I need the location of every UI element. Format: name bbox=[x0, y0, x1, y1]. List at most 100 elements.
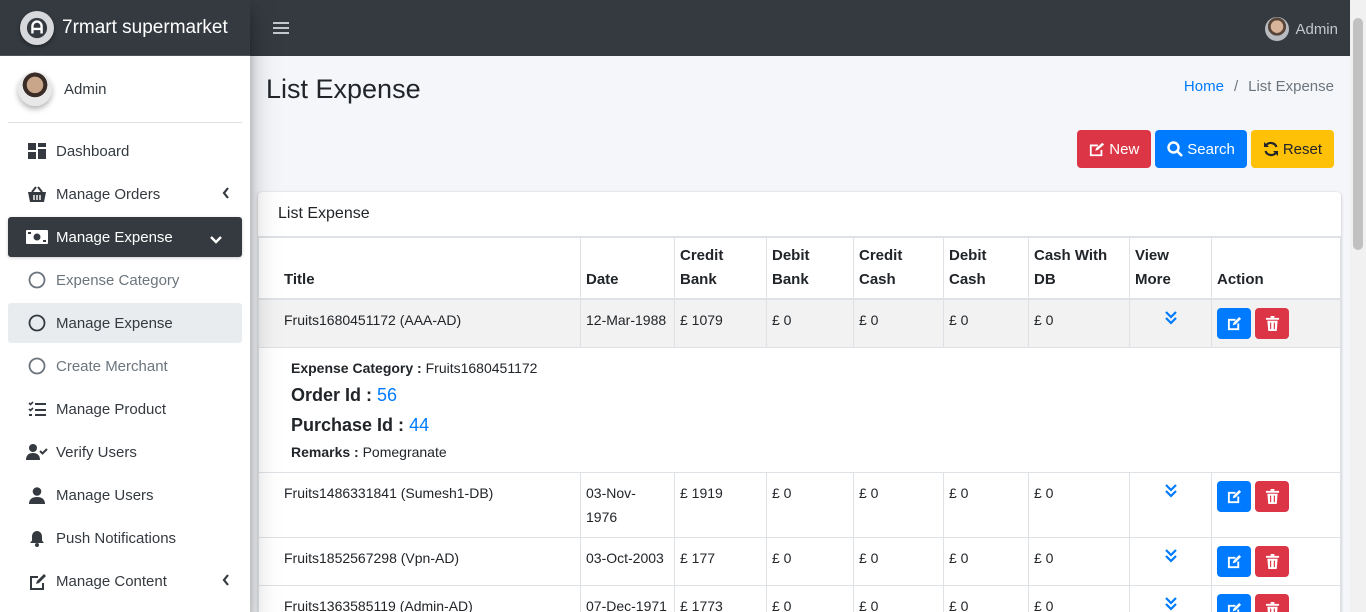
sidebar-item-expense-category[interactable]: Expense Category bbox=[8, 260, 242, 300]
expense-detail-row: Expense Category : Fruits1680451172 Orde… bbox=[258, 347, 1341, 473]
trash-icon bbox=[1265, 489, 1279, 504]
cell-credit-cash: £ 0 bbox=[853, 585, 944, 612]
sidebar-item-label: Manage Product bbox=[56, 400, 167, 418]
edit-button[interactable] bbox=[1217, 594, 1251, 612]
cell-credit-cash: £ 0 bbox=[853, 298, 944, 348]
sidebar-item-verify-users[interactable]: Verify Users bbox=[8, 432, 242, 472]
sidebar-item-manage-orders[interactable]: Manage Orders bbox=[8, 174, 242, 214]
edit-button[interactable] bbox=[1217, 481, 1251, 512]
cell-title: Fruits1680451172 (AAA-AD) bbox=[258, 298, 581, 348]
cell-credit-bank: £ 177 bbox=[674, 537, 767, 586]
search-icon bbox=[1167, 141, 1184, 157]
edit-icon bbox=[1227, 316, 1241, 331]
column-header-view-more[interactable]: View More bbox=[1129, 237, 1212, 300]
edit-button[interactable] bbox=[1217, 308, 1251, 339]
avatar bbox=[18, 72, 52, 106]
detail-purchase-label: Purchase Id : bbox=[291, 415, 405, 435]
detail-remarks-label: Remarks : bbox=[291, 444, 359, 460]
breadcrumb: Home / List Expense bbox=[1184, 78, 1334, 95]
sidebar-item-manage-product[interactable]: Manage Product bbox=[8, 389, 242, 429]
sidebar-item-manage-expense-sub[interactable]: Manage Expense bbox=[8, 303, 242, 343]
page-scrollbar[interactable] bbox=[1350, 0, 1366, 612]
basket-icon bbox=[26, 183, 48, 205]
cell-date: 07-Dec-1971 bbox=[580, 585, 675, 612]
brand-name: 7rmart supermarket bbox=[62, 16, 228, 38]
column-header-date[interactable]: Date bbox=[580, 237, 675, 300]
double-chevron-down-icon[interactable] bbox=[1135, 481, 1206, 505]
avatar bbox=[1265, 17, 1290, 41]
edit-button[interactable] bbox=[1217, 546, 1251, 577]
sidebar-item-manage-expense[interactable]: Manage Expense bbox=[8, 217, 242, 257]
sidebar-item-label: Manage Content bbox=[56, 572, 167, 590]
brand-link[interactable]: 7rmart supermarket bbox=[0, 0, 250, 56]
sidebar-item-push-notifications[interactable]: Push Notifications bbox=[8, 518, 242, 558]
sidebar-item-label: Push Notifications bbox=[56, 529, 177, 547]
circle-icon bbox=[26, 312, 48, 334]
column-header-title[interactable]: Title bbox=[258, 237, 581, 300]
sidebar-item-manage-content[interactable]: Manage Content bbox=[8, 561, 242, 601]
cell-action bbox=[1211, 472, 1341, 538]
double-chevron-down-icon[interactable] bbox=[1135, 594, 1206, 612]
cell-credit-bank: £ 1919 bbox=[674, 472, 767, 538]
sidebar-item-dashboard[interactable]: Dashboard bbox=[8, 131, 242, 171]
column-header-credit-bank[interactable]: Credit Bank bbox=[674, 237, 767, 300]
sidebar-item-label: Verify Users bbox=[56, 443, 137, 461]
chevron-left-icon bbox=[222, 573, 230, 590]
sidebar-item-label: Manage Expense bbox=[56, 228, 173, 246]
new-button[interactable]: New bbox=[1077, 130, 1152, 168]
cell-title: Fruits1852567298 (Vpn-AD) bbox=[258, 537, 581, 586]
sidebar-item-label: Manage Users bbox=[56, 486, 154, 504]
money-icon bbox=[26, 226, 48, 248]
top-user-menu[interactable]: Admin bbox=[1265, 17, 1338, 41]
breadcrumb-home-link[interactable]: Home bbox=[1184, 78, 1224, 95]
cell-cash-with-db: £ 0 bbox=[1028, 585, 1130, 612]
main-content: List Expense Home / List Expense New Sea… bbox=[250, 56, 1350, 612]
chevron-left-icon bbox=[222, 186, 230, 203]
column-header-cash-with-db[interactable]: Cash With DB bbox=[1028, 237, 1130, 300]
table-row: Fruits1852567298 (Vpn-AD) 03-Oct-2003 £ … bbox=[258, 537, 1341, 586]
sidebar-user-panel[interactable]: Admin bbox=[8, 56, 242, 123]
reset-button[interactable]: Reset bbox=[1250, 130, 1334, 168]
cell-debit-bank: £ 0 bbox=[766, 472, 854, 538]
expense-detail: Expense Category : Fruits1680451172 Orde… bbox=[258, 347, 1341, 473]
detail-purchase-value[interactable]: 44 bbox=[409, 415, 429, 435]
reset-button-label: Reset bbox=[1282, 140, 1322, 158]
search-button[interactable]: Search bbox=[1155, 130, 1247, 168]
page-title: List Expense bbox=[266, 74, 421, 104]
sidebar-item-manage-users[interactable]: Manage Users bbox=[8, 475, 242, 515]
trash-icon bbox=[1265, 554, 1279, 569]
top-navbar: Admin bbox=[250, 0, 1366, 56]
edit-icon bbox=[1227, 602, 1241, 612]
dashboard-icon bbox=[26, 140, 48, 162]
sidebar-item-label: Dashboard bbox=[56, 142, 130, 160]
trash-icon bbox=[1265, 602, 1279, 612]
scrollbar-thumb[interactable] bbox=[1353, 18, 1363, 250]
detail-order-label: Order Id : bbox=[291, 385, 373, 405]
column-header-action[interactable]: Action bbox=[1211, 237, 1341, 300]
delete-button[interactable] bbox=[1255, 481, 1289, 512]
column-header-credit-cash[interactable]: Credit Cash bbox=[853, 237, 944, 300]
table-row: Fruits1363585119 (Admin-AD) 07-Dec-1971 … bbox=[258, 585, 1341, 612]
detail-order-value[interactable]: 56 bbox=[377, 385, 397, 405]
hamburger-menu-icon[interactable] bbox=[273, 19, 289, 37]
circle-icon bbox=[26, 269, 48, 291]
detail-category-label: Expense Category : bbox=[291, 360, 422, 376]
delete-button[interactable] bbox=[1255, 546, 1289, 577]
cell-view-more bbox=[1129, 298, 1212, 348]
cell-credit-cash: £ 0 bbox=[853, 472, 944, 538]
new-button-label: New bbox=[1109, 140, 1140, 158]
table-row: Fruits1486331841 (Sumesh1-DB) 03-Nov- 197… bbox=[258, 472, 1341, 538]
cell-debit-cash: £ 0 bbox=[943, 472, 1029, 538]
user-check-icon bbox=[26, 441, 48, 463]
double-chevron-down-icon[interactable] bbox=[1135, 308, 1206, 332]
sidebar-item-create-merchant[interactable]: Create Merchant bbox=[8, 346, 242, 386]
delete-button[interactable] bbox=[1255, 594, 1289, 612]
column-header-debit-bank[interactable]: Debit Bank bbox=[766, 237, 854, 300]
column-header-debit-cash[interactable]: Debit Cash bbox=[943, 237, 1029, 300]
sidebar-nav: Dashboard Manage Orders Manage Expense E… bbox=[0, 131, 250, 601]
cell-debit-bank: £ 0 bbox=[766, 537, 854, 586]
double-chevron-down-icon[interactable] bbox=[1135, 546, 1206, 570]
sidebar: 7rmart supermarket Admin Dashboard Manag… bbox=[0, 0, 250, 612]
sidebar-user-name[interactable]: Admin bbox=[64, 81, 107, 98]
delete-button[interactable] bbox=[1255, 308, 1289, 339]
